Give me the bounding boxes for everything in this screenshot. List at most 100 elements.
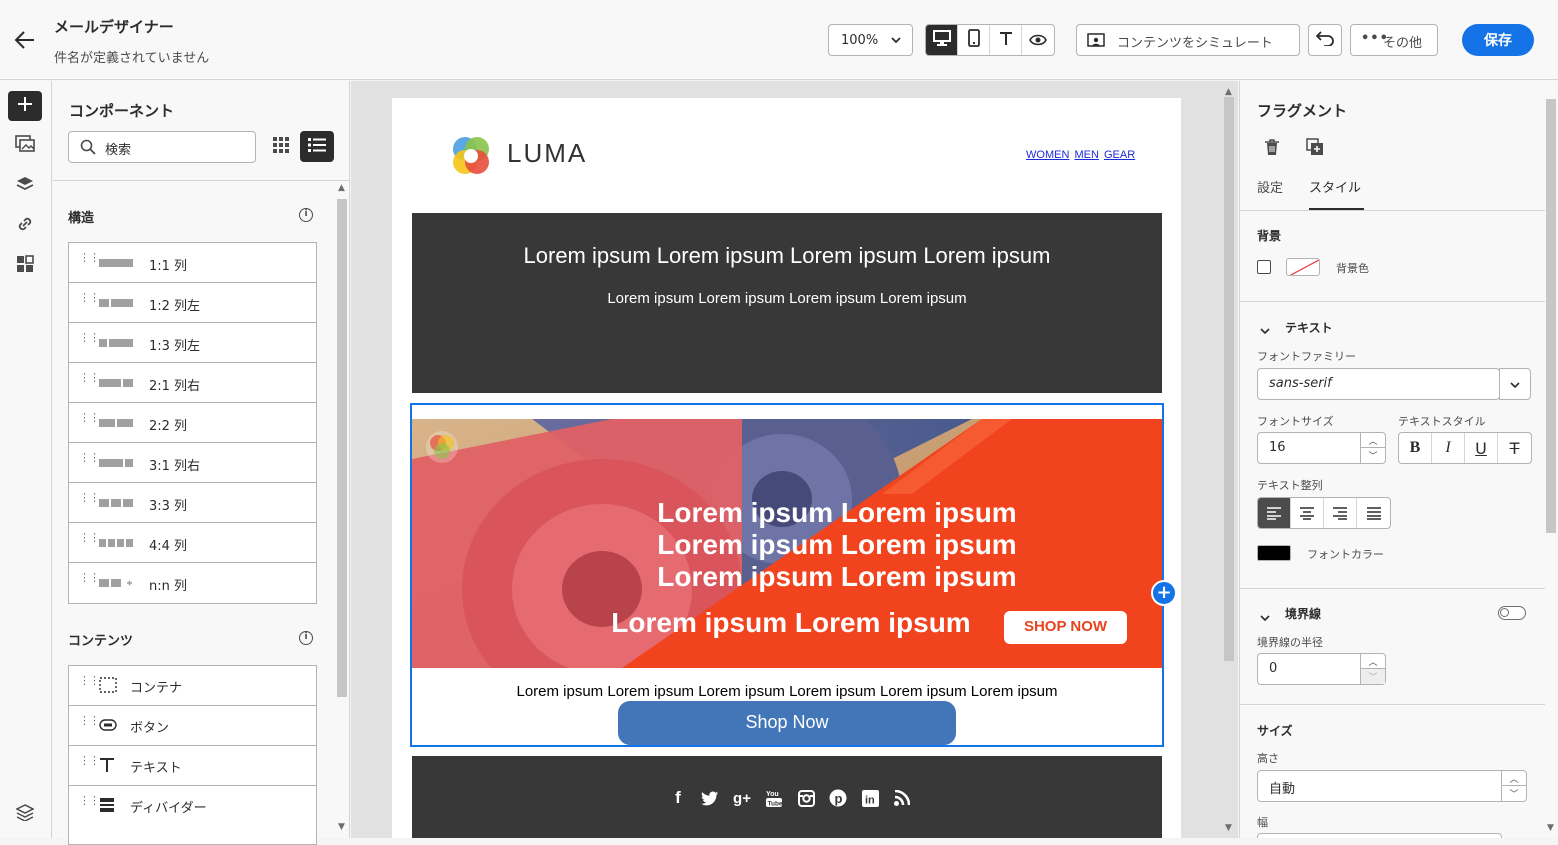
info-icon[interactable]: i: [299, 208, 313, 222]
structure-item[interactable]: ⋮⋮ 4:4 列: [69, 523, 316, 563]
stepper-up-icon[interactable]: ︿: [1361, 654, 1385, 669]
shop-now-cta-button[interactable]: Shop Now: [618, 701, 956, 745]
strikethrough-button[interactable]: T: [1498, 433, 1531, 463]
align-justify-button[interactable]: [1357, 498, 1390, 528]
structure-item[interactable]: ⋮⋮ 3:3 列: [69, 483, 316, 523]
align-right-button[interactable]: [1324, 498, 1357, 528]
duplicate-icon[interactable]: [1306, 138, 1324, 160]
navigation-tree-button[interactable]: [8, 799, 42, 829]
body-text[interactable]: Lorem ipsum Lorem ipsum Lorem ipsum Lore…: [412, 683, 1162, 700]
structure-item[interactable]: ⋮⋮ 2:2 列: [69, 403, 316, 443]
stepper-up-icon[interactable]: ︿: [1361, 433, 1385, 448]
align-left-button[interactable]: [1258, 498, 1291, 528]
bold-button[interactable]: B: [1399, 433, 1432, 463]
twitter-icon[interactable]: [700, 788, 720, 808]
tab-settings[interactable]: 設定: [1257, 177, 1283, 196]
font-family-select[interactable]: sans-serif: [1257, 368, 1500, 400]
font-family-dropdown-button[interactable]: [1499, 368, 1531, 400]
background-color-swatch[interactable]: [1286, 258, 1320, 276]
pinterest-icon[interactable]: p: [828, 788, 848, 808]
font-size-input[interactable]: 16: [1257, 432, 1361, 464]
instagram-icon[interactable]: [796, 788, 816, 808]
list-view-button[interactable]: [300, 131, 334, 162]
font-color-swatch[interactable]: [1257, 545, 1291, 561]
scrollbar-thumb[interactable]: [1546, 99, 1556, 533]
assets-button[interactable]: [8, 131, 42, 161]
structure-item[interactable]: ⋮⋮ n:n 列: [69, 563, 316, 603]
content-list: ⋮⋮ コンテナ ⋮⋮ ボタン ⋮⋮ テキスト ⋮⋮ ディバイダー: [68, 665, 317, 845]
italic-button[interactable]: I: [1432, 433, 1465, 463]
structure-item[interactable]: ⋮⋮ 1:2 列左: [69, 283, 316, 323]
preview-button[interactable]: [1022, 25, 1054, 55]
nav-link-men[interactable]: MEN: [1074, 149, 1098, 161]
content-item[interactable]: ⋮⋮ ボタン: [69, 706, 316, 746]
rss-icon[interactable]: [892, 788, 912, 808]
panel-scrollbar[interactable]: ▼: [1544, 81, 1558, 838]
chevron-down-icon[interactable]: [1259, 608, 1271, 627]
tab-style[interactable]: スタイル: [1309, 177, 1361, 196]
content-item[interactable]: ⋮⋮ コンテナ: [69, 666, 316, 706]
add-components-button[interactable]: [8, 91, 42, 121]
scrollbar-thumb[interactable]: [1224, 97, 1234, 661]
links-button[interactable]: [8, 211, 42, 241]
more-button[interactable]: ••• その他: [1350, 24, 1438, 56]
align-center-button[interactable]: [1291, 498, 1324, 528]
facebook-icon[interactable]: f: [668, 788, 688, 808]
text-view-button[interactable]: [990, 25, 1022, 55]
desktop-view-button[interactable]: [926, 25, 958, 55]
linkedin-icon[interactable]: in: [860, 788, 880, 808]
scrollbar-thumb[interactable]: [337, 199, 347, 697]
structure-item[interactable]: ⋮⋮ 2:1 列右: [69, 363, 316, 403]
content-item[interactable]: ⋮⋮ ディバイダー: [69, 786, 316, 826]
save-button[interactable]: 保存: [1462, 24, 1534, 56]
font-size-stepper[interactable]: ︿ ﹀: [1360, 432, 1386, 464]
simulate-content-button[interactable]: コンテンツをシミュレート: [1076, 24, 1300, 56]
nav-link-women[interactable]: WOMEN: [1026, 149, 1069, 161]
structure-item[interactable]: ⋮⋮ 1:1 列: [69, 243, 316, 283]
info-icon[interactable]: i: [299, 631, 313, 645]
column-layout-icon: [99, 497, 133, 512]
height-stepper[interactable]: ︿ ﹀: [1501, 770, 1527, 802]
structure-item[interactable]: ⋮⋮ 1:3 列左: [69, 323, 316, 363]
back-arrow-icon[interactable]: [12, 28, 38, 52]
hero-shop-now-button[interactable]: SHOP NOW: [1004, 611, 1127, 644]
height-input[interactable]: 自動: [1257, 770, 1502, 802]
underline-button[interactable]: U: [1465, 433, 1498, 463]
fragments-button[interactable]: [8, 251, 42, 281]
googleplus-icon[interactable]: g+: [732, 788, 752, 808]
delete-icon[interactable]: [1264, 138, 1280, 160]
button-icon: [99, 719, 117, 735]
search-input[interactable]: 検索: [68, 131, 256, 163]
banner-block[interactable]: Lorem ipsum Lorem ipsum Lorem ipsum Lore…: [412, 213, 1162, 508]
panel-scrollbar[interactable]: ▲ ▼: [335, 181, 349, 838]
undo-button[interactable]: [1308, 24, 1342, 56]
stepper-down-icon[interactable]: ﹀: [1361, 448, 1385, 463]
chevron-down-icon[interactable]: [1259, 321, 1271, 340]
canvas-scrollbar[interactable]: ▲ ▼: [1222, 81, 1236, 838]
zoom-select[interactable]: 100%: [828, 24, 913, 56]
background-checkbox[interactable]: [1257, 260, 1271, 274]
border-radius-stepper[interactable]: ︿ ﹀: [1360, 653, 1386, 685]
content-item[interactable]: ⋮⋮ テキスト: [69, 746, 316, 786]
add-component-icon[interactable]: +: [1151, 580, 1177, 606]
plus-icon: [17, 96, 33, 116]
stepper-up-icon[interactable]: ︿: [1502, 771, 1526, 786]
stepper-down-icon[interactable]: ﹀: [1361, 669, 1385, 684]
left-rail: [0, 81, 52, 838]
border-toggle[interactable]: [1498, 606, 1526, 620]
layers-button[interactable]: [8, 171, 42, 201]
border-radius-input[interactable]: 0: [1257, 653, 1361, 685]
nav-link-gear[interactable]: GEAR: [1104, 149, 1135, 161]
border-radius-value: 0: [1269, 661, 1278, 676]
footer-block[interactable]: f g+ You Tube p in: [412, 756, 1162, 838]
width-input[interactable]: [1257, 833, 1502, 838]
social-icons: f g+ You Tube p in: [668, 788, 912, 808]
youtube-icon[interactable]: You Tube: [764, 788, 784, 808]
hero-image[interactable]: Lorem ipsum Lorem ipsum Lorem ipsum Lore…: [412, 419, 1162, 668]
stepper-down-icon[interactable]: ﹀: [1502, 786, 1526, 801]
mobile-view-button[interactable]: [958, 25, 990, 55]
top-bar: メールデザイナー 件名が定義されていません 100% コンテンツをシミュレート …: [0, 0, 1558, 80]
structure-heading: 構造: [68, 211, 95, 226]
structure-item[interactable]: ⋮⋮ 3:1 列右: [69, 443, 316, 483]
grid-view-button[interactable]: [266, 131, 296, 162]
